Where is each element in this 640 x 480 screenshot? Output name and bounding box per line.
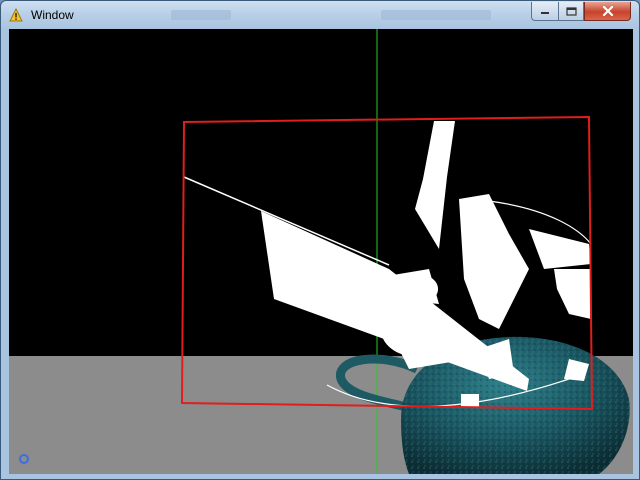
app-window: Window xyxy=(0,0,640,480)
minimize-icon xyxy=(541,12,549,14)
minimize-button[interactable] xyxy=(531,2,558,21)
close-icon xyxy=(602,6,613,16)
close-button[interactable] xyxy=(584,2,631,21)
render-viewport[interactable] xyxy=(9,29,633,474)
maximize-icon xyxy=(565,6,577,16)
titlebar-ghost-area xyxy=(171,10,231,20)
scene-canvas xyxy=(9,29,633,474)
warning-icon xyxy=(9,8,23,22)
title-bar[interactable]: Window xyxy=(1,1,639,29)
maximize-button[interactable] xyxy=(558,2,584,21)
titlebar-ghost-area xyxy=(381,10,491,20)
window-title: Window xyxy=(31,8,74,22)
